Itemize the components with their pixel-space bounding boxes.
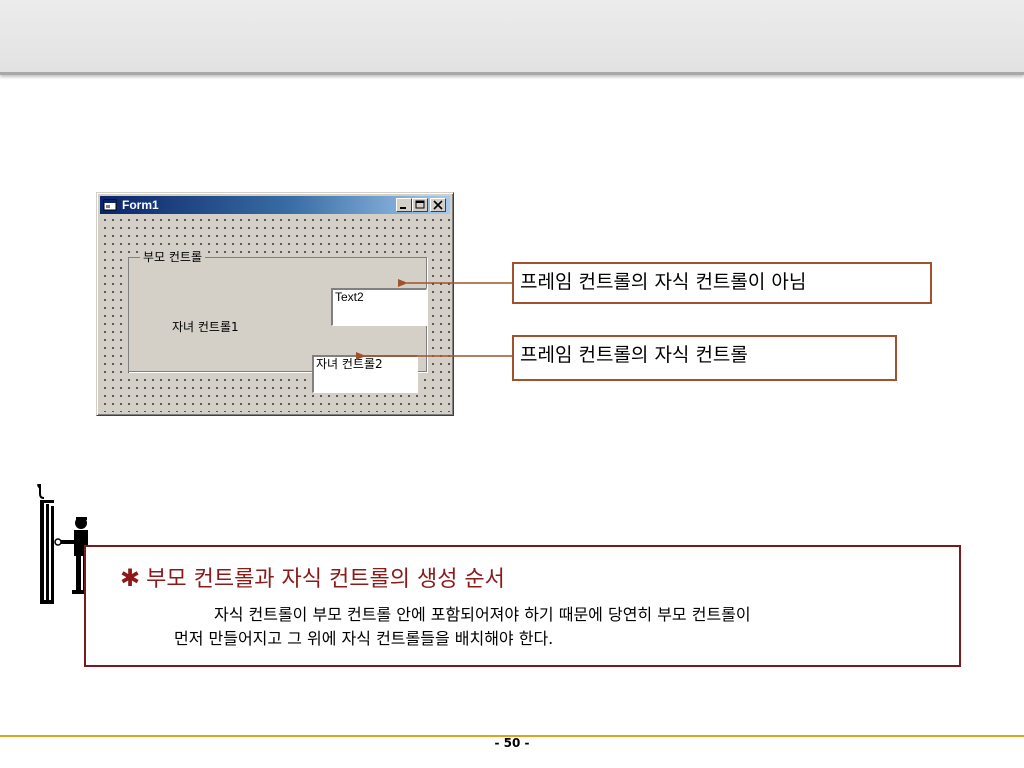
note-title: ✱ 부모 컨트롤과 자식 컨트롤의 생성 순서 <box>120 561 505 593</box>
star-icon: ✱ <box>120 564 141 592</box>
note-box: ✱ 부모 컨트롤과 자식 컨트롤의 생성 순서 자식 컨트롤이 부모 컨트롤 안에… <box>84 545 961 667</box>
note-line-1: 자식 컨트롤이 부모 컨트롤 안에 포함되어져야 하기 때문에 당연히 부모 컨… <box>214 605 751 624</box>
callout-is-child: 프레임 컨트롤의 자식 컨트롤 <box>512 335 897 381</box>
callout-not-child: 프레임 컨트롤의 자식 컨트롤이 아님 <box>512 262 932 304</box>
note-body: 자식 컨트롤이 부모 컨트롤 안에 포함되어져야 하기 때문에 당연히 부모 컨… <box>174 603 954 651</box>
note-line-2: 먼저 만들어지고 그 위에 자식 컨트롤들을 배치해야 한다. <box>174 629 554 648</box>
note-title-text: 부모 컨트롤과 자식 컨트롤의 생성 순서 <box>146 567 505 592</box>
page-number: - 50 - <box>494 736 530 750</box>
